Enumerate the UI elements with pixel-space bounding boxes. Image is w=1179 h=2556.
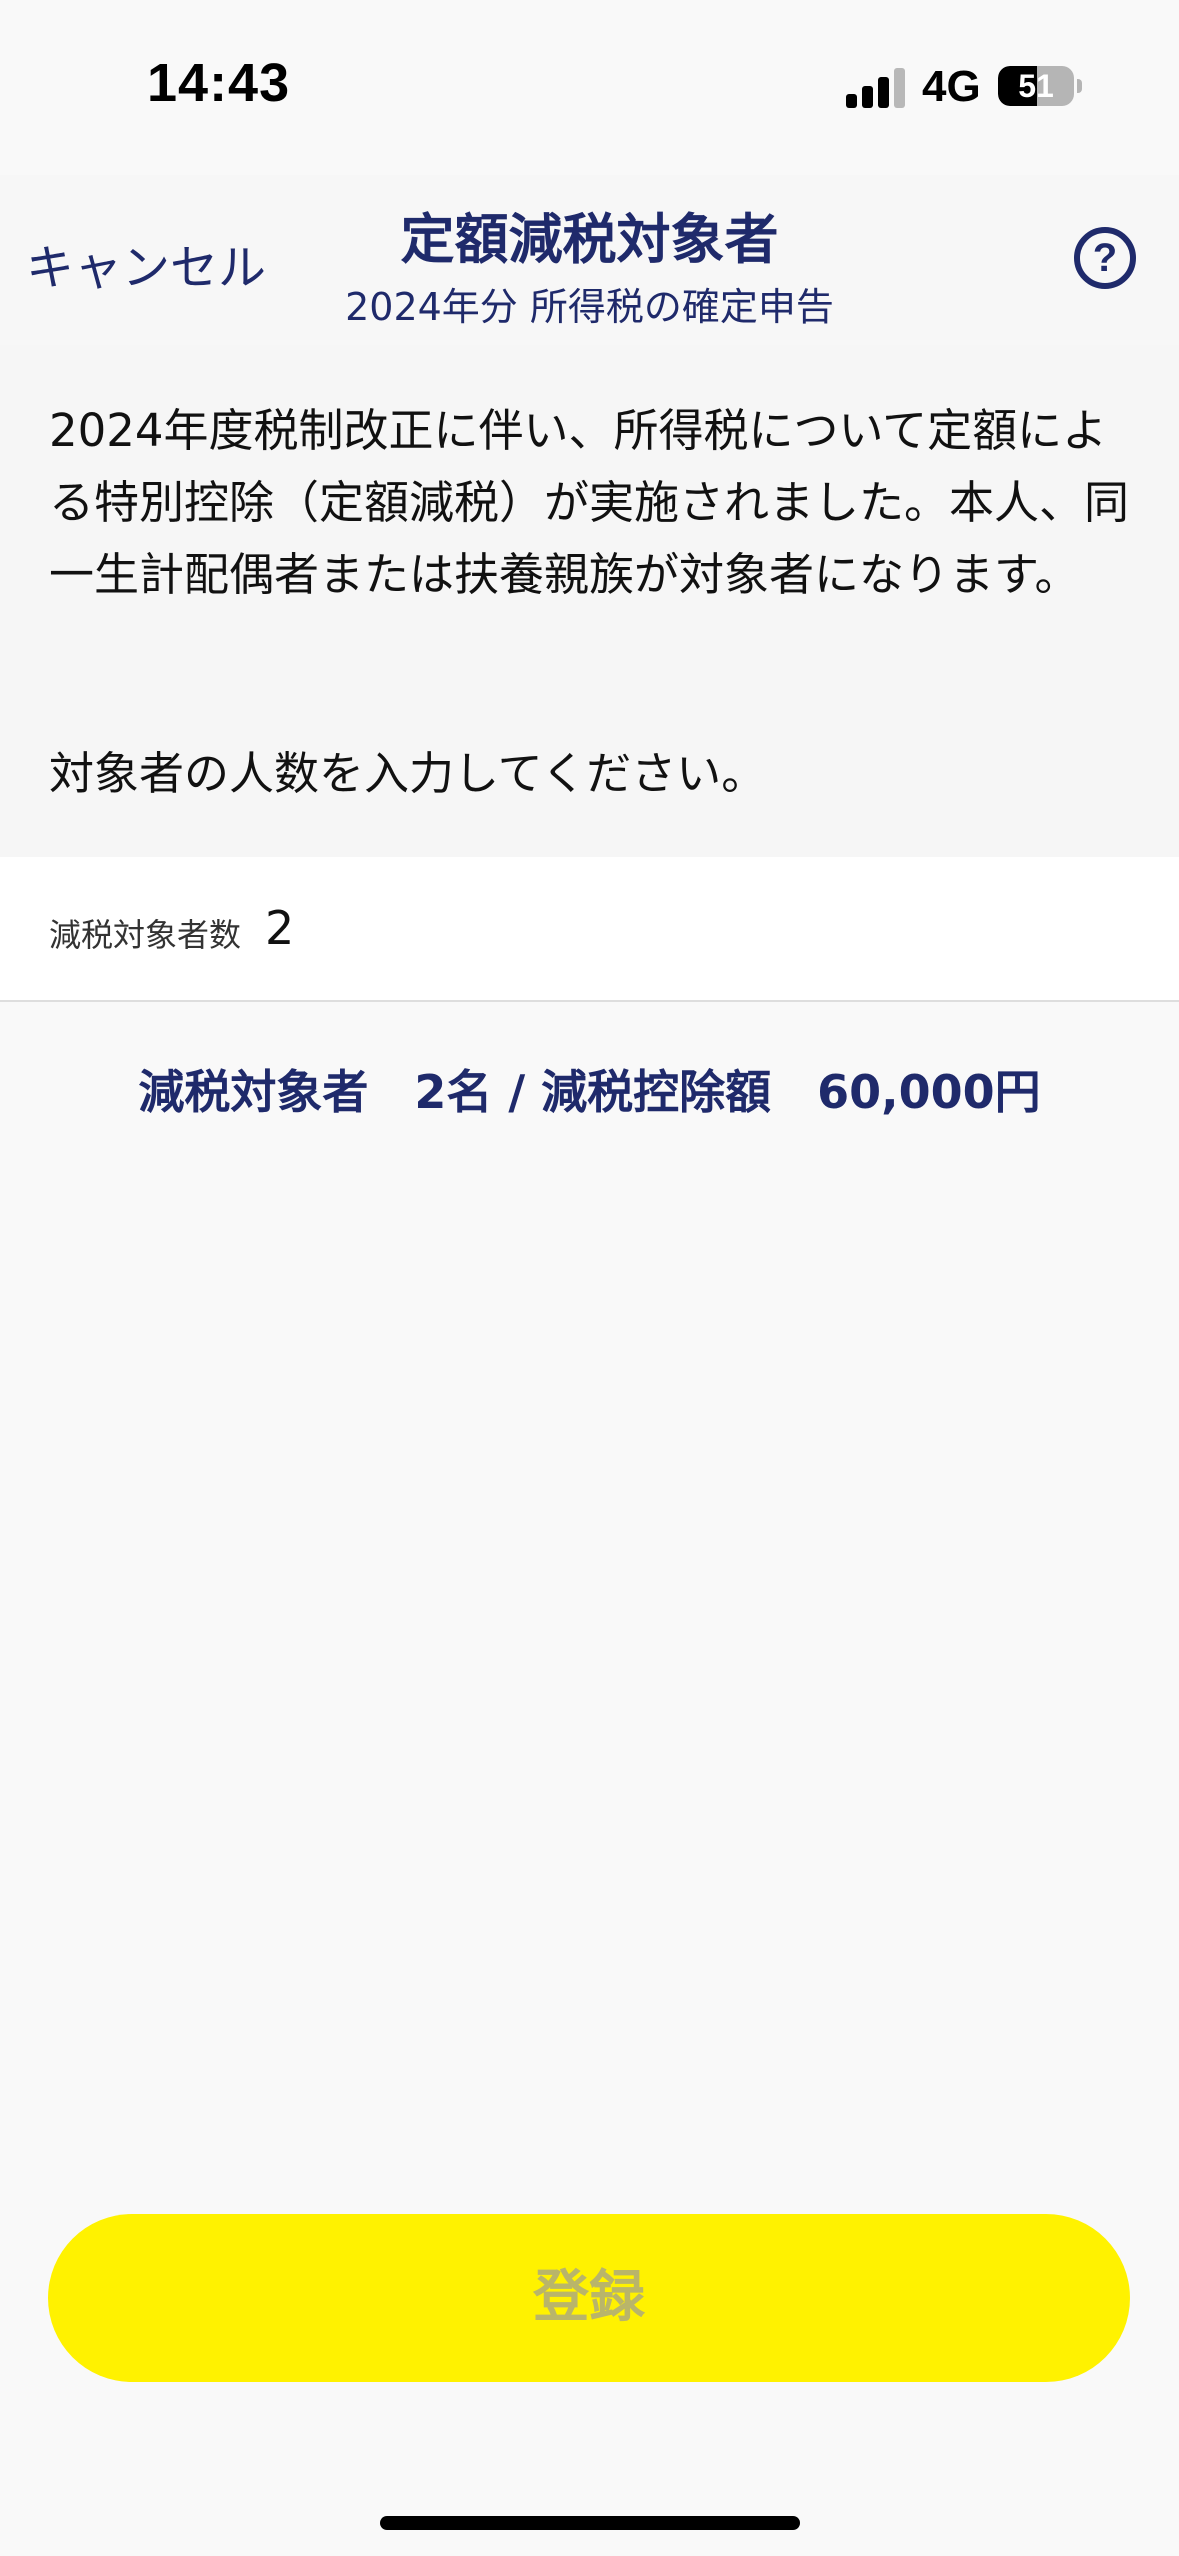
network-type: 4G bbox=[922, 62, 981, 111]
status-bar: 14:43 4G 51 bbox=[0, 0, 1179, 175]
target-count-input[interactable]: 2 bbox=[265, 901, 294, 955]
page-subtitle: 2024年分 所得税の確定申告 bbox=[345, 285, 834, 329]
help-icon[interactable]: ? bbox=[1074, 227, 1136, 289]
info-section: 2024年度税制改正に伴い、所得税について定額による特別控除（定額減税）が実施さ… bbox=[0, 345, 1179, 857]
cellular-signal-icon bbox=[846, 66, 906, 108]
battery-icon: 51 bbox=[998, 66, 1074, 106]
deduction-summary: 減税対象者 2名 / 減税控除額 60,000円 bbox=[138, 1065, 1041, 1119]
navigation-bar: キャンセル 定額減税対象者 2024年分 所得税の確定申告 ? bbox=[0, 175, 1179, 345]
register-button[interactable]: 登録 bbox=[48, 2214, 1130, 2382]
page-title: 定額減税対象者 bbox=[400, 208, 779, 271]
info-description: 2024年度税制改正に伴い、所得税について定額による特別控除（定額減税）が実施さ… bbox=[49, 404, 1130, 601]
battery-level: 51 bbox=[1018, 68, 1054, 104]
status-time: 14:43 bbox=[147, 53, 291, 113]
home-indicator[interactable] bbox=[380, 2516, 800, 2530]
battery-tip bbox=[1077, 79, 1082, 93]
target-count-field[interactable]: 減税対象者数 2 bbox=[0, 857, 1179, 1002]
target-count-label: 減税対象者数 bbox=[49, 916, 242, 954]
info-instruction: 対象者の人数を入力してください。 bbox=[49, 747, 767, 800]
